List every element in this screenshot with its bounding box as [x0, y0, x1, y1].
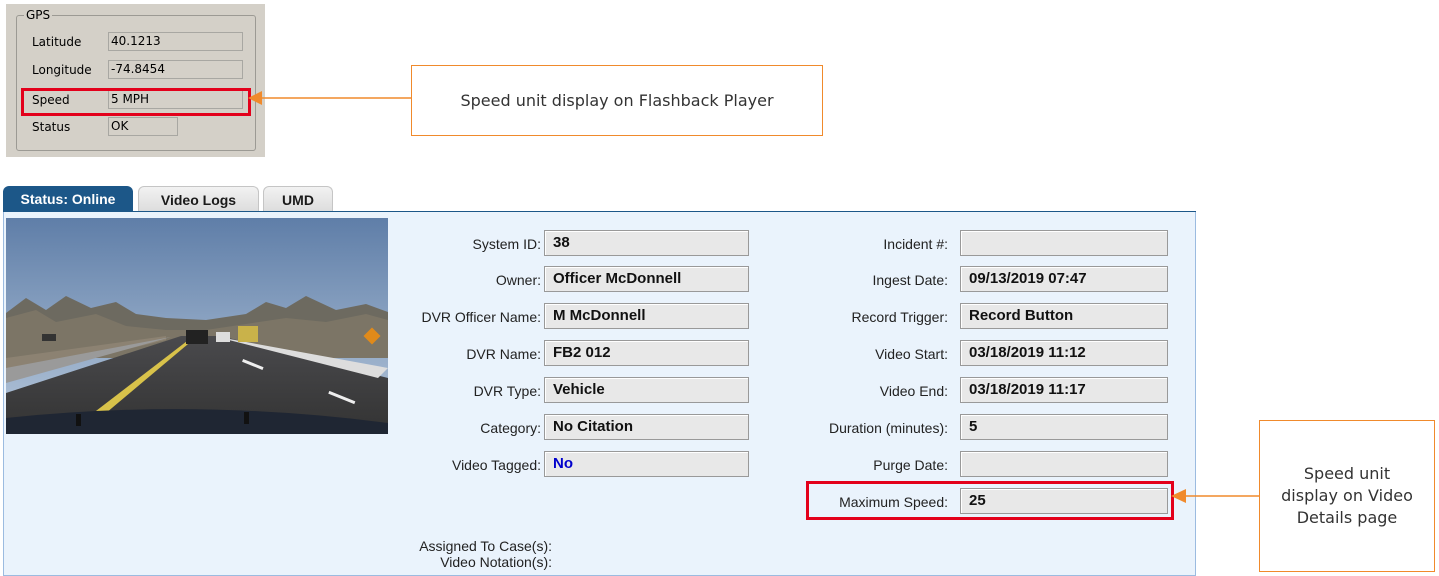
arrow-to-gps-speed — [248, 91, 411, 105]
callout-arrows — [248, 91, 1259, 503]
arrow-to-maximum-speed — [1171, 489, 1259, 503]
